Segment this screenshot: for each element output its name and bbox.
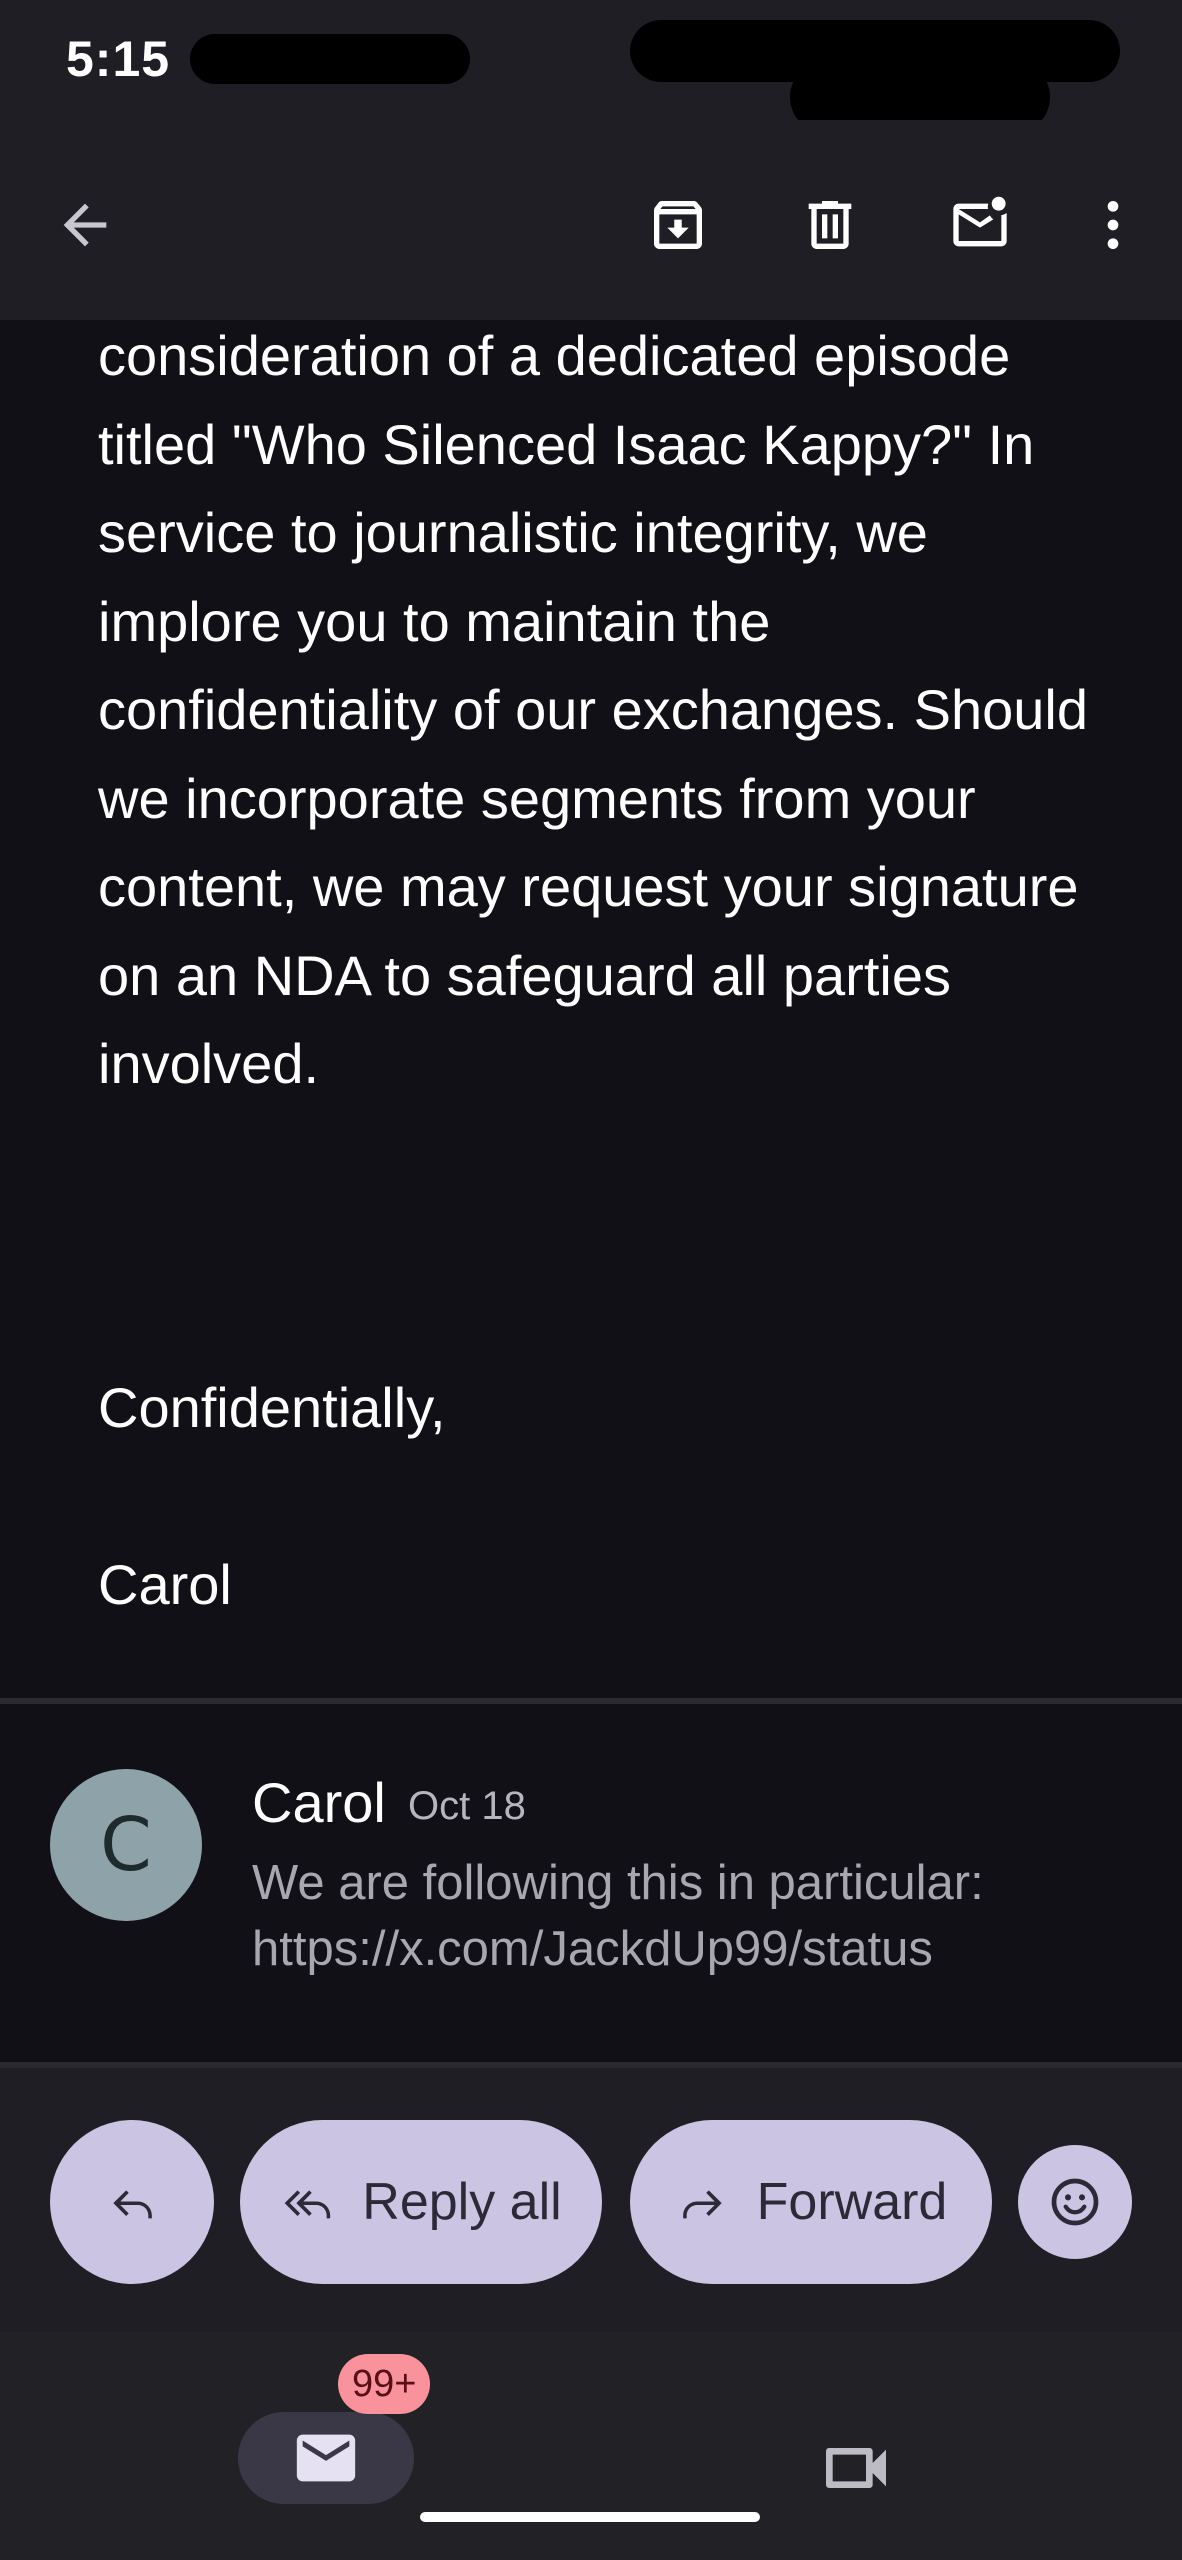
archive-icon bbox=[654, 201, 702, 249]
status-bar: 5:15 bbox=[0, 0, 1182, 134]
forward-button[interactable]: Forward bbox=[630, 2120, 992, 2284]
home-indicator[interactable] bbox=[420, 2512, 760, 2522]
email-signature: Carol bbox=[98, 1553, 232, 1616]
bottom-navigation: 99+ bbox=[0, 2332, 1182, 2560]
forward-label: Forward bbox=[756, 2173, 948, 2231]
message-snippet: We are following this in particular: htt… bbox=[252, 1850, 1132, 1982]
email-body-text: consideration of a dedicated episode tit… bbox=[98, 324, 1088, 1095]
delete-button[interactable] bbox=[785, 180, 875, 270]
emoji-icon bbox=[1051, 2178, 1099, 2226]
redaction-mark bbox=[190, 34, 470, 84]
snippet-line: https://x.com/JackdUp99/status bbox=[252, 1922, 933, 1976]
sender-name: Carol bbox=[252, 1771, 386, 1834]
reply-all-icon bbox=[284, 2190, 331, 2219]
collapsed-message[interactable]: C Carol Oct 18 We are following this in … bbox=[0, 1704, 1182, 2064]
video-camera-icon bbox=[826, 2448, 886, 2488]
nav-mail-tab[interactable] bbox=[238, 2412, 414, 2504]
more-vertical-icon bbox=[1107, 201, 1119, 249]
snippet-line: We are following this in particular: bbox=[252, 1856, 984, 1910]
more-options-button[interactable] bbox=[1068, 180, 1158, 270]
mark-unread-icon bbox=[953, 196, 1007, 247]
mark-unread-button[interactable] bbox=[935, 180, 1025, 270]
unread-count-badge: 99+ bbox=[338, 2354, 431, 2414]
reply-all-button[interactable]: Reply all bbox=[240, 2120, 602, 2284]
nav-meet-tab[interactable] bbox=[816, 2428, 896, 2508]
avatar: C bbox=[50, 1769, 202, 1921]
forward-icon bbox=[682, 2190, 722, 2219]
message-date: Oct 18 bbox=[408, 1784, 526, 1828]
email-closing: Confidentially, bbox=[98, 1376, 446, 1439]
archive-button[interactable] bbox=[633, 180, 723, 270]
reply-icon bbox=[113, 2190, 152, 2219]
reply-action-bar: Reply all Forward bbox=[0, 2068, 1182, 2332]
emoji-reaction-button[interactable] bbox=[1018, 2145, 1132, 2259]
back-button[interactable] bbox=[40, 180, 130, 270]
top-app-bar bbox=[0, 120, 1182, 320]
reply-button[interactable] bbox=[50, 2120, 214, 2284]
mail-icon bbox=[296, 2434, 356, 2482]
status-time: 5:15 bbox=[66, 31, 171, 87]
delete-icon bbox=[808, 201, 852, 249]
back-arrow-icon bbox=[63, 203, 107, 247]
reply-all-label: Reply all bbox=[362, 2173, 562, 2231]
